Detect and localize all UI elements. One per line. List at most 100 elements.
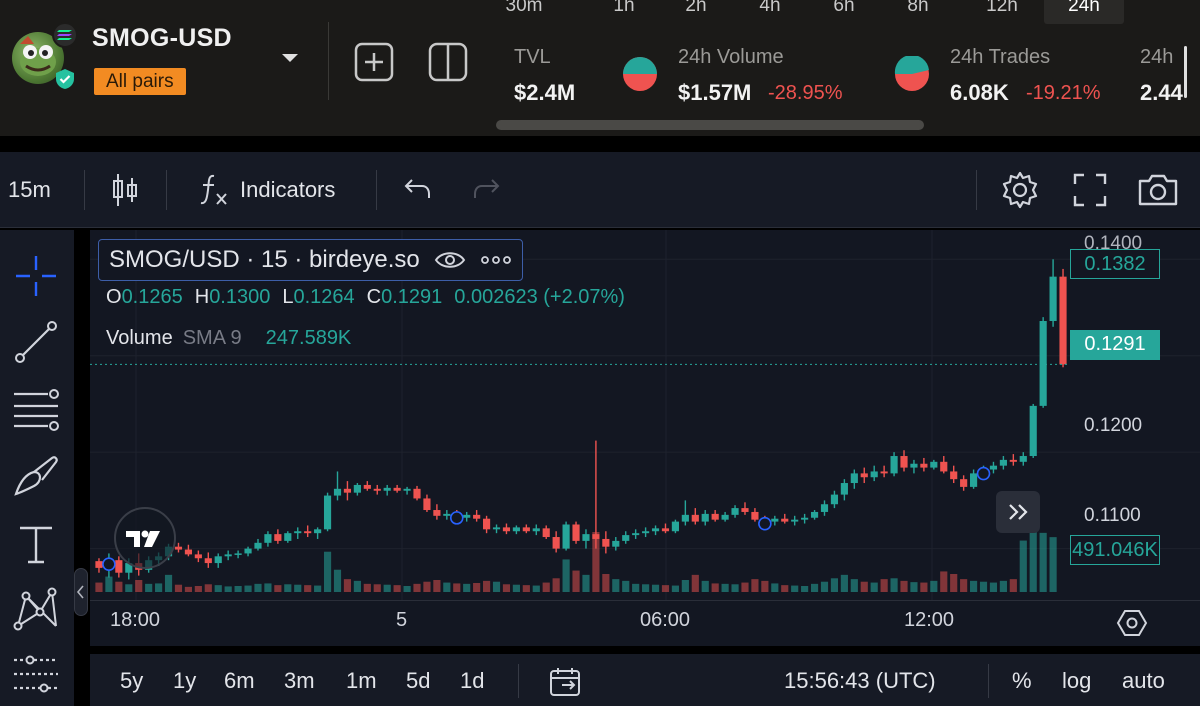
timeframe-tabs: 30m 1h 2h 4h 6h 8h 12h 24h	[496, 0, 1196, 26]
pair-name[interactable]: SMOG-USD	[92, 24, 232, 53]
candle-body	[244, 548, 252, 554]
range-button[interactable]: 6m	[224, 668, 255, 694]
close-value: 0.1291	[381, 286, 443, 308]
volume-bar	[979, 581, 988, 592]
percent-scale-toggle[interactable]: %	[1012, 668, 1032, 694]
volume-bar	[1039, 532, 1047, 592]
tab-timeframe[interactable]: 2h	[668, 0, 724, 24]
time-axis[interactable]: 18:00 5 06:00 12:00	[90, 600, 1200, 646]
candle-body	[920, 463, 928, 468]
volume-bar	[850, 579, 858, 592]
camera-snapshot-icon[interactable]	[1136, 172, 1180, 208]
volume-bar	[264, 583, 272, 592]
all-pairs-badge[interactable]: All pairs	[94, 68, 186, 95]
candle-body	[184, 549, 192, 555]
volume-bar	[164, 574, 173, 592]
range-button[interactable]: 5d	[406, 668, 430, 694]
calendar-goto-date-icon[interactable]	[548, 666, 582, 698]
range-button[interactable]: 5y	[120, 668, 143, 694]
candle-body	[264, 534, 272, 543]
volume-bar	[572, 570, 580, 592]
range-button[interactable]: 1m	[346, 668, 377, 694]
event-marker	[102, 557, 116, 571]
vertical-scrollbar[interactable]	[1184, 46, 1187, 98]
redo-icon[interactable]	[472, 178, 502, 202]
tab-timeframe[interactable]: 6h	[816, 0, 872, 24]
undo-icon[interactable]	[402, 178, 432, 202]
tab-timeframe[interactable]: 30m	[496, 0, 552, 24]
candle-body	[214, 556, 222, 564]
volume-bar	[125, 584, 133, 592]
open-label: O	[106, 286, 122, 308]
candle-body	[224, 554, 232, 557]
chart-settings-hexagon-icon[interactable]	[1116, 607, 1148, 639]
tab-timeframe[interactable]: 4h	[742, 0, 798, 24]
candle-body	[1039, 321, 1047, 406]
eye-visibility-icon[interactable]	[434, 249, 466, 271]
candle-body	[900, 456, 908, 468]
range-button[interactable]: 1d	[460, 668, 484, 694]
fullscreen-icon[interactable]	[1072, 172, 1108, 208]
settings-gear-icon[interactable]	[1000, 170, 1040, 210]
candlestick-style-icon[interactable]	[110, 172, 140, 208]
candle-body	[1049, 276, 1057, 322]
volume-bar	[830, 578, 839, 592]
tvl-value: $2.4M	[514, 80, 576, 105]
solana-chain-icon	[52, 22, 78, 48]
add-pair-button[interactable]	[354, 42, 394, 82]
tab-timeframe[interactable]: 12h	[972, 0, 1032, 24]
candle-body	[801, 517, 809, 520]
volume-bar	[492, 581, 501, 592]
tab-timeframe-active[interactable]: 24h	[1044, 0, 1124, 24]
candle-body	[552, 537, 560, 549]
log-scale-toggle[interactable]: log	[1062, 668, 1091, 694]
low-label: L	[282, 286, 294, 308]
price-axis-label: 0.1100	[1084, 505, 1141, 526]
trend-line-tool-icon[interactable]	[12, 318, 60, 366]
volume-bar	[393, 585, 401, 592]
symbol-title: SMOG/USD · 15 · birdeye.so	[109, 246, 420, 273]
tradingview-logo-icon	[126, 530, 160, 547]
candle-body	[413, 488, 421, 499]
trades-buy-sell-pie-icon	[894, 56, 929, 91]
text-tool-icon[interactable]	[12, 520, 60, 568]
horizontal-scrollbar[interactable]	[496, 120, 924, 130]
time-axis-label: 5	[396, 609, 408, 631]
range-button[interactable]: 3m	[284, 668, 315, 694]
function-fx-icon[interactable]	[198, 172, 230, 208]
collapse-sidebar-handle[interactable]	[74, 568, 88, 616]
brush-tool-icon[interactable]	[12, 452, 60, 500]
tab-timeframe[interactable]: 8h	[890, 0, 946, 24]
price-chart[interactable]: SMOG/USD · 15 · birdeye.so O0.1265 H0.13…	[90, 230, 1200, 646]
candle-body	[940, 461, 948, 472]
candle-body	[989, 465, 998, 470]
volume-legend[interactable]: Volume SMA 9 247.589K	[106, 327, 351, 350]
candle-body	[1059, 276, 1067, 365]
split-view-button[interactable]	[428, 42, 468, 82]
volume-bar	[95, 582, 103, 592]
scroll-to-realtime-button[interactable]	[996, 491, 1040, 533]
candle-body	[592, 534, 600, 539]
fib-retracement-tool-icon[interactable]	[12, 384, 60, 432]
candle-body	[423, 498, 431, 511]
tab-timeframe[interactable]: 1h	[596, 0, 652, 24]
candle-body	[433, 510, 441, 516]
more-options-icon[interactable]	[480, 255, 512, 265]
tradingview-logo[interactable]	[114, 507, 176, 569]
candle-body	[463, 514, 471, 518]
auto-scale-toggle[interactable]: auto	[1122, 668, 1165, 694]
volume-bar	[552, 578, 560, 592]
candle-body	[602, 538, 610, 547]
utc-clock[interactable]: 15:56:43 (UTC)	[784, 668, 936, 694]
volume-bar	[502, 584, 511, 592]
crosshair-tool-icon[interactable]	[12, 252, 60, 300]
indicators-button[interactable]: Indicators	[240, 177, 335, 203]
volume-bar	[880, 579, 888, 592]
high-value: 0.1300	[209, 286, 271, 308]
symbol-legend[interactable]: SMOG/USD · 15 · birdeye.so	[98, 239, 523, 281]
range-button[interactable]: 1y	[173, 668, 196, 694]
prediction-tool-icon[interactable]	[12, 648, 60, 696]
pattern-tool-icon[interactable]	[12, 584, 60, 632]
interval-selector[interactable]: 15m	[8, 177, 51, 203]
caret-down-icon[interactable]	[280, 50, 300, 66]
